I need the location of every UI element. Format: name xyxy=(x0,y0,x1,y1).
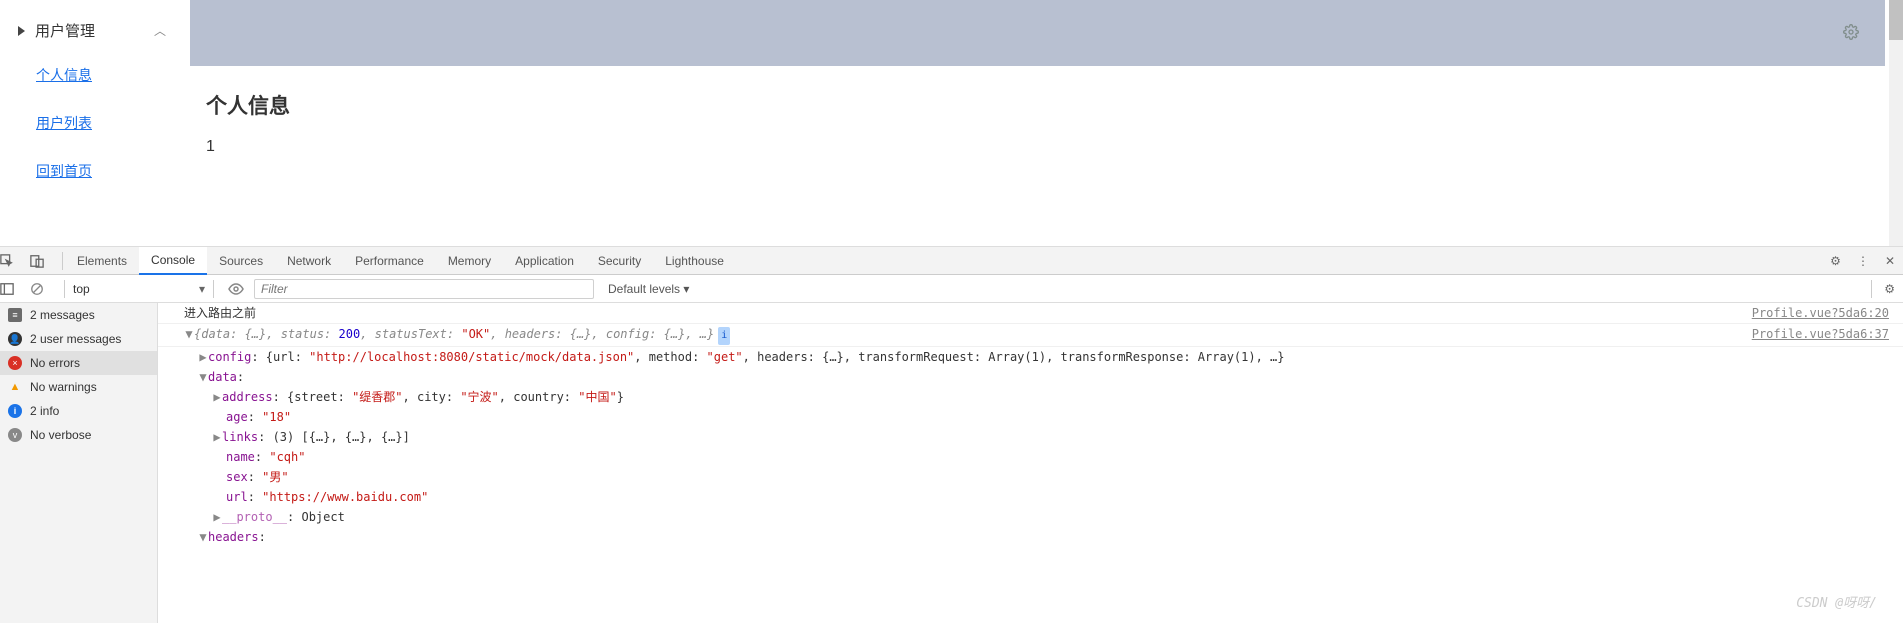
source-link[interactable]: Profile.vue?5da6:37 xyxy=(1752,325,1895,345)
sidebar-item-label: No warnings xyxy=(30,380,97,394)
tab-elements[interactable]: Elements xyxy=(65,247,139,275)
console-row-links[interactable]: ▶links: (3) [{…}, {…}, {…}] xyxy=(158,427,1903,447)
sidebar-item-label: 2 info xyxy=(30,404,59,418)
inspect-icon[interactable] xyxy=(0,254,30,268)
content-area: 个人信息 1 xyxy=(184,0,1903,246)
more-icon[interactable]: ⋮ xyxy=(1849,254,1877,268)
live-expression-icon[interactable] xyxy=(218,283,254,295)
console-toolbar: top ▾ Default levels ▾ ⚙ xyxy=(0,275,1903,303)
console-row-proto[interactable]: ▶__proto__: Object xyxy=(158,507,1903,527)
separator xyxy=(213,280,214,298)
expand-arrow-icon[interactable]: ▶ xyxy=(212,388,222,406)
scrollbar-thumb[interactable] xyxy=(1889,0,1903,40)
error-icon: × xyxy=(8,356,22,370)
sidebar-link-profile[interactable]: 个人信息 xyxy=(0,51,184,99)
page-title: 个人信息 xyxy=(206,90,1887,120)
clear-console-icon[interactable] xyxy=(30,282,60,296)
log-text: 进入路由之前 xyxy=(184,306,256,320)
sidebar-item-label: 2 messages xyxy=(30,308,95,322)
sidebar-link-home[interactable]: 回到首页 xyxy=(0,147,184,195)
expand-arrow-icon[interactable]: ▶ xyxy=(212,428,222,446)
source-link[interactable]: Profile.vue?5da6:20 xyxy=(1752,304,1895,322)
tab-performance[interactable]: Performance xyxy=(343,247,436,275)
filter-input[interactable] xyxy=(254,279,594,299)
separator xyxy=(64,280,65,298)
console-row-address[interactable]: ▶address: {street: "缇香郡", city: "宁波", co… xyxy=(158,387,1903,407)
context-selector[interactable]: top ▾ xyxy=(69,279,209,299)
tab-application[interactable]: Application xyxy=(503,247,586,275)
sidebar-item-label: No errors xyxy=(30,356,80,370)
app-sidebar: 用户管理 ︿ 个人信息 用户列表 回到首页 xyxy=(0,0,184,246)
tab-lighthouse[interactable]: Lighthouse xyxy=(653,247,736,275)
gear-icon[interactable] xyxy=(1843,24,1859,40)
sidebar-item-label: No verbose xyxy=(30,428,91,442)
context-value: top xyxy=(73,282,195,296)
settings-gear-icon[interactable]: ⚙ xyxy=(1822,254,1849,268)
console-settings-icon[interactable]: ⚙ xyxy=(1876,282,1903,296)
sidebar-toggle-icon[interactable] xyxy=(0,282,30,296)
sidebar-root-label: 用户管理 xyxy=(35,20,95,41)
device-toggle-icon[interactable] xyxy=(30,254,60,268)
tab-console[interactable]: Console xyxy=(139,247,207,275)
console-row-url[interactable]: url: "https://www.baidu.com" xyxy=(158,487,1903,507)
watermark: CSDN @呀呀/ xyxy=(1796,595,1877,613)
devtools: Elements Console Sources Network Perform… xyxy=(0,247,1903,623)
console-row[interactable]: 进入路由之前 Profile.vue?5da6:20 xyxy=(158,303,1903,324)
app-area: 用户管理 ︿ 个人信息 用户列表 回到首页 个人信息 1 xyxy=(0,0,1903,247)
console-row-name[interactable]: name: "cqh" xyxy=(158,447,1903,467)
expand-arrow-icon[interactable]: ▶ xyxy=(198,348,208,366)
info-badge[interactable]: i xyxy=(718,327,730,345)
console-row-config[interactable]: ▶config: {url: "http://localhost:8080/st… xyxy=(158,347,1903,367)
log-levels-selector[interactable]: Default levels ▾ xyxy=(602,279,695,299)
console-row-data[interactable]: ▼data: xyxy=(158,367,1903,387)
expand-arrow-icon[interactable]: ▼ xyxy=(184,325,194,343)
tab-security[interactable]: Security xyxy=(586,247,653,275)
separator xyxy=(62,252,63,270)
sidebar-verbose[interactable]: v No verbose xyxy=(0,423,157,447)
expand-arrow-icon[interactable]: ▶ xyxy=(212,508,222,526)
expand-arrow-icon[interactable]: ▼ xyxy=(198,528,208,546)
tab-memory[interactable]: Memory xyxy=(436,247,503,275)
devtools-body: ≡2 messages 👤2 user messages ×No errors … xyxy=(0,303,1903,623)
sidebar-errors[interactable]: × No errors xyxy=(0,351,157,375)
console-row-object[interactable]: ▼{data: {…}, status: 200, statusText: "O… xyxy=(158,324,1903,347)
console-row-age[interactable]: age: "18" xyxy=(158,407,1903,427)
sidebar-root-user-mgmt[interactable]: 用户管理 ︿ xyxy=(0,10,184,51)
tab-network[interactable]: Network xyxy=(275,247,343,275)
devtools-tabbar: Elements Console Sources Network Perform… xyxy=(0,247,1903,275)
object-summary: {data: {…}, status: 200, statusText: "OK… xyxy=(194,327,714,341)
sidebar-link-userlist[interactable]: 用户列表 xyxy=(0,99,184,147)
user-icon: 👤 xyxy=(8,332,22,346)
sidebar-warnings[interactable]: ▲ No warnings xyxy=(0,375,157,399)
info-icon: i xyxy=(8,404,22,418)
scrollbar-vertical[interactable] xyxy=(1889,0,1903,246)
close-icon[interactable]: ✕ xyxy=(1877,254,1903,268)
header-band xyxy=(190,0,1885,66)
sidebar-user-messages[interactable]: 👤 2 user messages xyxy=(0,327,157,351)
tab-sources[interactable]: Sources xyxy=(207,247,275,275)
verbose-icon: v xyxy=(8,428,22,442)
sidebar-messages[interactable]: ≡ 2 messages xyxy=(0,303,157,327)
console-row-sex[interactable]: sex: "男" xyxy=(158,467,1903,487)
messages-icon: ≡ xyxy=(8,308,22,322)
caret-right-icon xyxy=(18,26,25,36)
console-output[interactable]: 进入路由之前 Profile.vue?5da6:20 ▼{data: {…}, … xyxy=(158,303,1903,623)
caret-down-icon: ▾ xyxy=(199,282,205,296)
sidebar-item-label: 2 user messages xyxy=(30,332,121,346)
sidebar-info[interactable]: i 2 info xyxy=(0,399,157,423)
page-value: 1 xyxy=(206,138,1887,156)
separator xyxy=(1871,280,1872,298)
console-sidebar: ≡2 messages 👤2 user messages ×No errors … xyxy=(0,303,158,623)
expand-arrow-icon[interactable]: ▼ xyxy=(198,368,208,386)
chevron-up-icon: ︿ xyxy=(154,22,166,39)
console-row-headers[interactable]: ▼headers: xyxy=(158,527,1903,547)
warning-icon: ▲ xyxy=(8,380,22,394)
page-body: 个人信息 1 xyxy=(184,66,1903,156)
